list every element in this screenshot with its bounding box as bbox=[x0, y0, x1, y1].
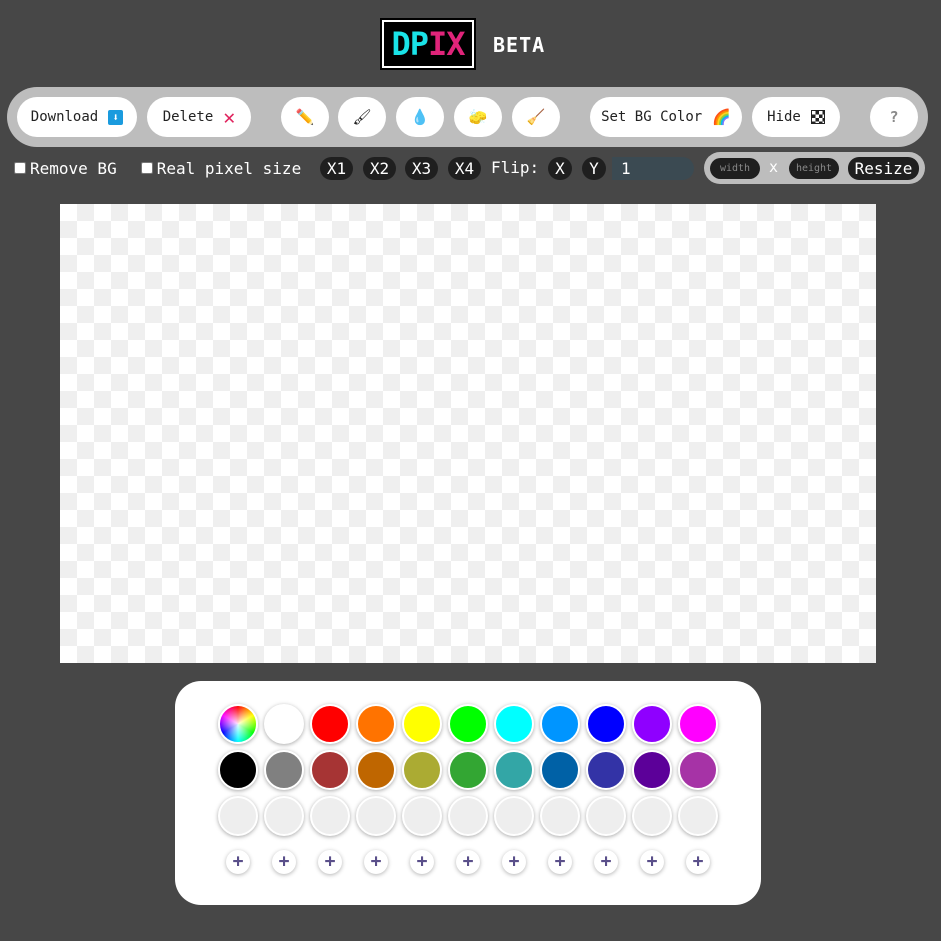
color-swatch[interactable] bbox=[586, 704, 626, 744]
color-swatch[interactable] bbox=[264, 704, 304, 744]
rainbow-icon: 🌈 bbox=[712, 107, 731, 126]
remove-bg-label: Remove BG bbox=[30, 158, 117, 178]
resize-separator: x bbox=[769, 158, 779, 176]
add-color-button[interactable]: + bbox=[272, 850, 296, 874]
logo-text: DPIX bbox=[391, 25, 465, 63]
broom-icon: 🧹 bbox=[526, 107, 546, 126]
set-bg-label: Set BG Color bbox=[601, 109, 703, 125]
droplet-icon: 💧 bbox=[410, 107, 430, 126]
add-color-button[interactable]: + bbox=[364, 850, 388, 874]
download-label: Download bbox=[30, 109, 99, 125]
pencil-icon: ✏️ bbox=[295, 107, 315, 126]
empty-swatch[interactable] bbox=[356, 796, 396, 836]
broom-tool-button[interactable]: 🧹 bbox=[512, 97, 560, 137]
remove-bg-checkbox-box[interactable] bbox=[14, 162, 26, 174]
color-swatch[interactable] bbox=[218, 750, 258, 790]
empty-swatch[interactable] bbox=[540, 796, 580, 836]
real-pixel-label: Real pixel size bbox=[156, 158, 302, 178]
eraser-icon: 🧽 bbox=[468, 107, 488, 126]
color-swatch[interactable] bbox=[402, 750, 442, 790]
toolbar: Download ⬇ Delete ✕ ✏️ 🖌 💧 🧽 🧹 Set BG Co… bbox=[7, 87, 928, 147]
empty-swatch[interactable] bbox=[678, 796, 718, 836]
empty-swatch[interactable] bbox=[494, 796, 534, 836]
empty-swatch[interactable] bbox=[448, 796, 488, 836]
add-color-button[interactable]: + bbox=[548, 850, 572, 874]
resize-button[interactable]: Resize bbox=[848, 157, 919, 180]
color-swatch[interactable] bbox=[402, 704, 442, 744]
color-picker-swatch[interactable] bbox=[218, 704, 258, 744]
add-color-button[interactable]: + bbox=[502, 850, 526, 874]
add-color-button[interactable]: + bbox=[594, 850, 618, 874]
real-pixel-size-checkbox[interactable]: Real pixel size bbox=[140, 158, 302, 178]
zoom-x2-button[interactable]: X2 bbox=[363, 157, 396, 180]
color-swatch[interactable] bbox=[540, 750, 580, 790]
color-swatch[interactable] bbox=[356, 704, 396, 744]
delete-button[interactable]: Delete ✕ bbox=[147, 97, 251, 137]
resize-panel: width x height Resize bbox=[704, 152, 925, 184]
real-pixel-checkbox-box[interactable] bbox=[140, 162, 153, 174]
download-button[interactable]: Download ⬇ bbox=[17, 97, 137, 137]
height-input[interactable]: height bbox=[789, 158, 839, 179]
add-color-button[interactable]: + bbox=[686, 850, 710, 874]
hide-label: Hide bbox=[767, 109, 801, 125]
add-color-button[interactable]: + bbox=[226, 850, 250, 874]
empty-swatch[interactable] bbox=[218, 796, 258, 836]
color-swatch[interactable] bbox=[310, 750, 350, 790]
fill-tool-button[interactable]: 💧 bbox=[396, 97, 444, 137]
add-color-button[interactable]: + bbox=[640, 850, 664, 874]
zoom-x1-button[interactable]: X1 bbox=[320, 157, 353, 180]
delete-label: Delete bbox=[162, 109, 214, 125]
close-icon: ✕ bbox=[223, 105, 236, 129]
color-swatch[interactable] bbox=[356, 750, 396, 790]
empty-swatch[interactable] bbox=[586, 796, 626, 836]
color-swatch[interactable] bbox=[494, 750, 534, 790]
color-swatch[interactable] bbox=[310, 704, 350, 744]
help-button[interactable]: ? bbox=[870, 97, 918, 137]
options-row: Remove BG Real pixel size bbox=[14, 154, 301, 182]
flip-y-button[interactable]: Y bbox=[582, 157, 606, 180]
color-swatch[interactable] bbox=[632, 704, 672, 744]
add-color-button[interactable]: + bbox=[456, 850, 480, 874]
empty-swatch[interactable] bbox=[264, 796, 304, 836]
color-swatch[interactable] bbox=[264, 750, 304, 790]
add-color-button[interactable]: + bbox=[410, 850, 434, 874]
drawing-canvas[interactable] bbox=[60, 204, 876, 663]
flip-x-button[interactable]: X bbox=[548, 157, 572, 180]
brush-size-input[interactable]: 1 bbox=[612, 157, 694, 180]
checkerboard-icon bbox=[810, 110, 825, 124]
color-swatch[interactable] bbox=[586, 750, 626, 790]
help-icon: ? bbox=[889, 108, 899, 126]
hide-grid-button[interactable]: Hide bbox=[752, 97, 840, 137]
color-swatch[interactable] bbox=[678, 704, 718, 744]
empty-swatch[interactable] bbox=[310, 796, 350, 836]
brush-icon: 🖌 bbox=[352, 107, 372, 126]
pencil-tool-button[interactable]: ✏️ bbox=[281, 97, 329, 137]
color-swatch[interactable] bbox=[448, 704, 488, 744]
eraser-tool-button[interactable]: 🧽 bbox=[454, 97, 502, 137]
flip-label: Flip: bbox=[491, 158, 540, 177]
color-swatch[interactable] bbox=[540, 704, 580, 744]
dpix-logo: DPIX bbox=[380, 18, 476, 70]
color-palette: + + + + + + + + + + + bbox=[175, 681, 761, 905]
color-swatch[interactable] bbox=[494, 704, 534, 744]
empty-swatch[interactable] bbox=[402, 796, 442, 836]
empty-swatch[interactable] bbox=[632, 796, 672, 836]
remove-bg-checkbox[interactable]: Remove BG bbox=[14, 159, 117, 178]
zoom-x3-button[interactable]: X3 bbox=[405, 157, 438, 180]
add-color-button[interactable]: + bbox=[318, 850, 342, 874]
color-swatch[interactable] bbox=[678, 750, 718, 790]
color-swatch[interactable] bbox=[632, 750, 672, 790]
download-icon: ⬇ bbox=[108, 109, 124, 125]
brush-tool-button[interactable]: 🖌 bbox=[338, 97, 386, 137]
zoom-x4-button[interactable]: X4 bbox=[448, 157, 481, 180]
beta-label: BETA bbox=[493, 33, 546, 57]
set-bg-color-button[interactable]: Set BG Color 🌈 bbox=[590, 97, 742, 137]
color-swatch[interactable] bbox=[448, 750, 488, 790]
width-input[interactable]: width bbox=[710, 158, 760, 179]
